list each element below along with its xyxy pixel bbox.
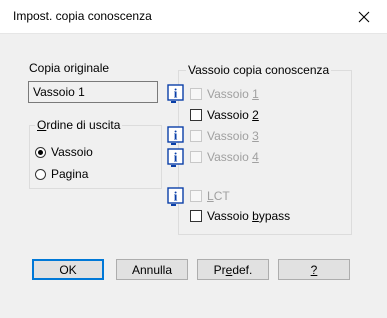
cc-tray-3-label: Vassoio 3 xyxy=(207,129,259,143)
lct-label: LCT xyxy=(207,189,230,203)
default-button[interactable]: Predef. xyxy=(197,259,269,280)
lct-checkbox xyxy=(190,190,202,202)
svg-text:i: i xyxy=(174,86,178,101)
info-icon[interactable]: i xyxy=(167,126,187,146)
bypass-checkbox[interactable] xyxy=(190,210,202,222)
pagina-radio[interactable] xyxy=(35,168,46,180)
close-button[interactable] xyxy=(341,0,387,33)
original-copy-label: Copia originale xyxy=(29,61,110,75)
original-copy-value: Vassoio 1 xyxy=(33,85,85,99)
help-button[interactable]: ? xyxy=(278,259,350,280)
radio-row-vassoio[interactable]: Vassoio xyxy=(35,144,93,160)
lct-checkbox-row: LCT xyxy=(190,188,230,204)
original-copy-field[interactable]: Vassoio 1 xyxy=(28,81,158,103)
ok-button-label: OK xyxy=(59,262,77,277)
svg-text:i: i xyxy=(174,128,178,143)
cc-tray-2-checkbox-row[interactable]: Vassoio 2 xyxy=(190,107,259,123)
output-order-legend: Ordine di uscita xyxy=(35,118,123,132)
bypass-label: Vassoio bypass xyxy=(207,209,291,223)
cc-tray-2-checkbox[interactable] xyxy=(190,109,202,121)
cancel-button[interactable]: Annulla xyxy=(116,259,188,280)
info-icon[interactable]: i xyxy=(167,84,187,104)
cc-tray-legend: Vassoio copia conoscenza xyxy=(186,63,332,77)
radio-row-pagina[interactable]: Pagina xyxy=(35,166,88,182)
cc-tray-4-label: Vassoio 4 xyxy=(207,150,259,164)
svg-text:i: i xyxy=(174,150,178,165)
cc-tray-3-checkbox xyxy=(190,130,202,142)
cc-tray-4-checkbox-row: Vassoio 4 xyxy=(190,149,259,165)
cc-tray-2-label: Vassoio 2 xyxy=(207,108,259,122)
cancel-button-label: Annulla xyxy=(131,262,173,277)
cc-tray-1-label: Vassoio 1 xyxy=(207,87,259,101)
close-icon xyxy=(358,11,370,22)
info-icon[interactable]: i xyxy=(167,148,187,168)
pagina-radio-label: Pagina xyxy=(51,167,89,181)
window-title: Impost. copia conoscenza xyxy=(13,9,152,23)
help-button-label: ? xyxy=(310,262,318,277)
cc-tray-4-checkbox xyxy=(190,151,202,163)
cc-tray-3-checkbox-row: Vassoio 3 xyxy=(190,128,259,144)
cc-tray-1-checkbox xyxy=(190,88,202,100)
default-button-label: Predef. xyxy=(213,262,253,277)
svg-text:i: i xyxy=(174,189,178,204)
cc-tray-1-checkbox-row: Vassoio 1 xyxy=(190,86,259,102)
vassoio-radio-label: Vassoio xyxy=(51,145,93,159)
title-bar: Impost. copia conoscenza xyxy=(0,0,387,34)
info-icon[interactable]: i xyxy=(167,187,187,207)
bypass-checkbox-row[interactable]: Vassoio bypass xyxy=(190,208,290,224)
ok-button[interactable]: OK xyxy=(32,259,104,280)
vassoio-radio[interactable] xyxy=(35,146,46,158)
